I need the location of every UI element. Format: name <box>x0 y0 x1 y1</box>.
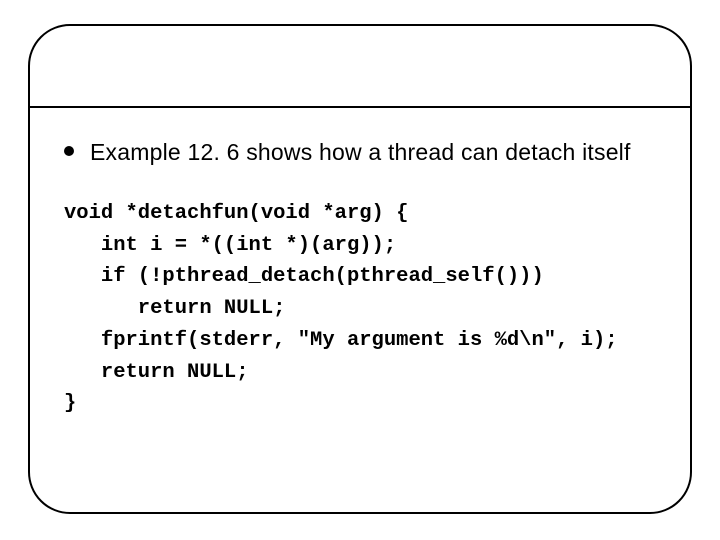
bullet-text: Example 12. 6 shows how a thread can det… <box>90 138 631 168</box>
code-line: void *detachfun(void *arg) { <box>64 202 408 225</box>
code-line: return NULL; <box>64 361 249 384</box>
horizontal-rule <box>30 106 690 108</box>
code-line: return NULL; <box>64 297 285 320</box>
code-line: fprintf(stderr, "My argument is %d\n", i… <box>64 329 618 352</box>
bullet-dot-icon <box>64 146 74 156</box>
code-block: void *detachfun(void *arg) { int i = *((… <box>64 198 656 420</box>
code-line: int i = *((int *)(arg)); <box>64 234 396 257</box>
slide-body: Example 12. 6 shows how a thread can det… <box>64 138 656 420</box>
bullet-item: Example 12. 6 shows how a thread can det… <box>64 138 656 168</box>
code-line: } <box>64 392 76 415</box>
code-line: if (!pthread_detach(pthread_self())) <box>64 265 544 288</box>
slide-frame: Example 12. 6 shows how a thread can det… <box>28 24 692 514</box>
